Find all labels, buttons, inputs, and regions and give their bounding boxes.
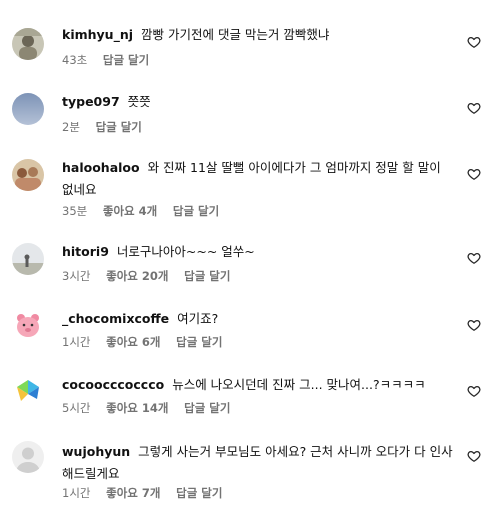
comment-username[interactable]: wujohyun <box>62 444 130 459</box>
like-heart-icon[interactable] <box>467 318 481 332</box>
comment-text: 뉴스에 나오시던데 진짜 그... 맞나여...?ㅋㅋㅋㅋ <box>172 377 426 392</box>
comment-text: 너로구나아아~~~ 얼쑤~ <box>116 244 255 259</box>
avatar[interactable] <box>12 243 44 275</box>
like-count[interactable]: 좋아요 4개 <box>103 204 157 218</box>
avatar[interactable] <box>12 309 44 341</box>
avatar[interactable] <box>12 28 44 60</box>
comment-username[interactable]: cocoocccoccco <box>62 377 164 392</box>
comment-text: 여기죠? <box>177 311 219 326</box>
reply-button[interactable]: 답글 달기 <box>96 120 142 134</box>
comment-time[interactable]: 5시간 <box>62 401 90 415</box>
comment-username[interactable]: _chocomixcoffe <box>62 311 169 326</box>
like-count[interactable]: 좋아요 14개 <box>106 401 168 415</box>
avatar[interactable] <box>12 93 44 125</box>
reply-button[interactable]: 답글 달기 <box>184 401 230 415</box>
reply-button[interactable]: 답글 달기 <box>103 53 149 67</box>
like-heart-icon[interactable] <box>467 384 481 398</box>
like-heart-icon[interactable] <box>467 251 481 265</box>
comment-list: kimhyu_nj 깜빵 가기전에 댓글 막는거 깜빡했냐 43초 답글 달기 … <box>0 0 484 509</box>
avatar[interactable] <box>12 441 44 473</box>
avatar[interactable] <box>12 159 44 191</box>
comment-username[interactable]: hitori9 <box>62 244 109 259</box>
like-count[interactable]: 좋아요 7개 <box>106 486 160 500</box>
comment-time[interactable]: 3시간 <box>62 269 90 283</box>
comment-time[interactable]: 43초 <box>62 53 87 67</box>
reply-button[interactable]: 답글 달기 <box>184 269 230 283</box>
comment-time[interactable]: 1시간 <box>62 335 90 349</box>
comment-time[interactable]: 1시간 <box>62 486 90 500</box>
comment-time[interactable]: 35분 <box>62 204 87 218</box>
comment-time[interactable]: 2분 <box>62 120 80 134</box>
comment-text: 쯧쯧 <box>127 94 151 109</box>
comment-text: 깜빵 가기전에 댓글 막는거 깜빡했냐 <box>141 27 330 42</box>
like-heart-icon[interactable] <box>467 35 481 49</box>
like-count[interactable]: 좋아요 6개 <box>106 335 160 349</box>
like-count[interactable]: 좋아요 20개 <box>106 269 168 283</box>
reply-button[interactable]: 답글 달기 <box>176 486 222 500</box>
reply-button[interactable]: 답글 달기 <box>176 335 222 349</box>
comment-username[interactable]: type097 <box>62 94 120 109</box>
reply-button[interactable]: 답글 달기 <box>173 204 219 218</box>
like-heart-icon[interactable] <box>467 101 481 115</box>
like-heart-icon[interactable] <box>467 167 481 181</box>
comment-username[interactable]: kimhyu_nj <box>62 27 133 42</box>
avatar[interactable] <box>12 375 44 407</box>
comment-username[interactable]: haloohaloo <box>62 160 140 175</box>
like-heart-icon[interactable] <box>467 449 481 463</box>
